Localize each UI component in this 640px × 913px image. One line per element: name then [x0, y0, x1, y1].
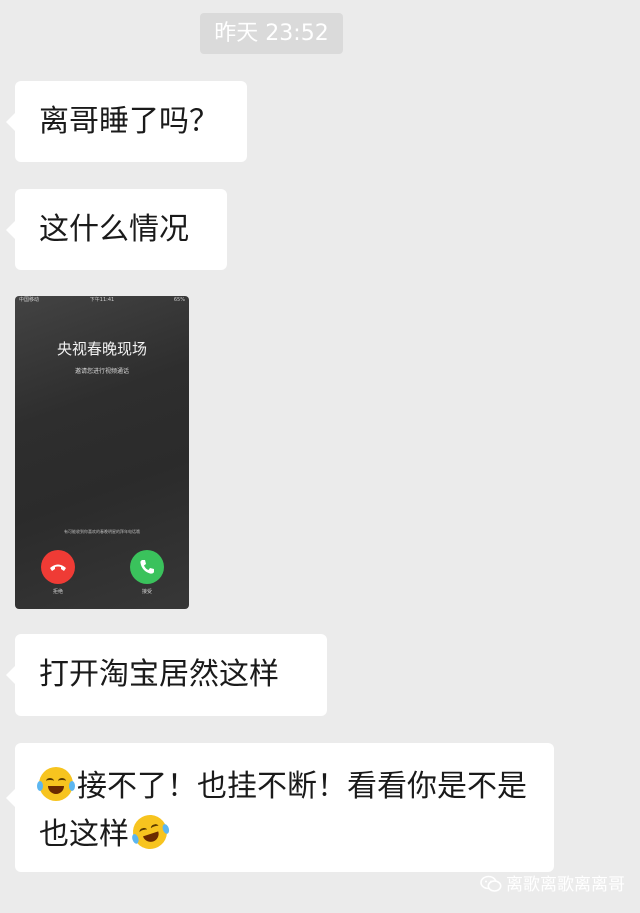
message-text: 这什么情况 — [39, 212, 189, 247]
accept-label: 接受 — [141, 589, 152, 595]
call-subtitle: 邀请您进行视频通话 — [74, 368, 129, 375]
wechat-icon — [480, 875, 502, 892]
battery-label: 65% — [173, 297, 185, 303]
image-message[interactable]: 中国移动 下午11:41 65% 央视春晚现场 邀请您进行视频通话 有可能收到你… — [15, 296, 189, 609]
message-text: 离哥睡了吗？ — [39, 104, 219, 139]
decline-label: 拒绝 — [52, 589, 63, 595]
call-hint: 有可能收到你喜欢的春晚明星的拜年电话哦 — [64, 529, 140, 534]
chat-timestamp: 昨天 23:52 — [200, 13, 343, 54]
message-bubble[interactable]: 打开淘宝居然这样 — [6, 634, 327, 716]
message-bubble[interactable]: 离哥睡了吗？ — [6, 81, 247, 162]
watermark: 离歌离歌离离哥 — [480, 873, 625, 897]
rolling-laughing-emoji-icon — [128, 810, 172, 854]
crying-laughing-emoji-icon — [37, 767, 75, 801]
message-text: 接不了！也挂不断！看看你是不是也这样 — [39, 769, 527, 852]
phone-status-bar: 中国移动 下午11:41 65% — [15, 296, 189, 304]
message-text: 打开淘宝居然这样 — [39, 657, 279, 692]
message-bubble[interactable]: 接不了！也挂不断！看看你是不是也这样 — [6, 743, 554, 872]
watermark-text: 离歌离歌离离哥 — [506, 875, 625, 895]
decline-call-icon — [41, 550, 75, 584]
message-bubble[interactable]: 这什么情况 — [6, 189, 227, 270]
accept-call-icon — [130, 550, 164, 584]
caller-name: 央视春晚现场 — [56, 340, 147, 358]
phone-time: 下午11:41 — [89, 297, 115, 303]
